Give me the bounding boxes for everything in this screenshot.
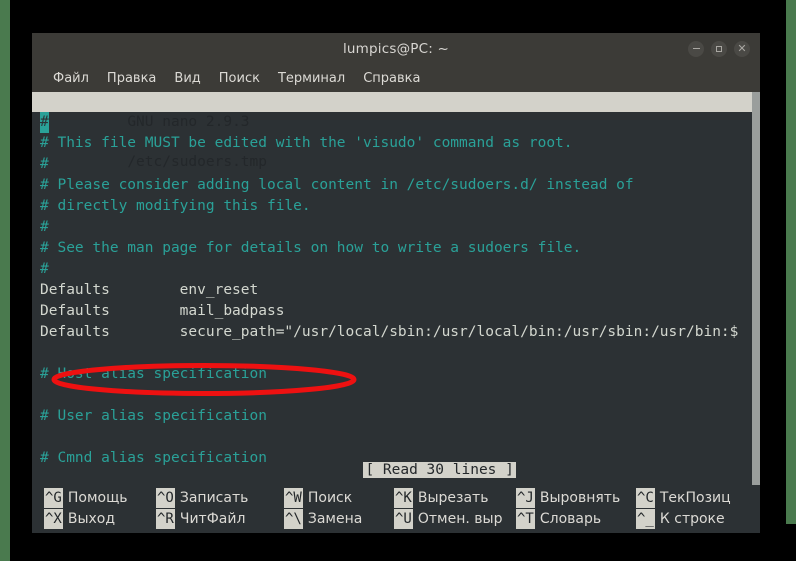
- screenshot-root: lumpics@PC: ~ ✕ Файл Правка Вид Поиск Те…: [0, 0, 796, 561]
- shortcut-key: ^R: [156, 508, 175, 529]
- shortcut-item[interactable]: ^R ЧитФайл: [156, 508, 246, 529]
- shortcut-item[interactable]: ^O Записать: [156, 487, 249, 508]
- nano-line: # directly modifying this file.: [40, 196, 760, 217]
- shortcut-key: ^\: [284, 508, 303, 529]
- shortcut-key: ^_: [636, 508, 655, 529]
- shortcut-item[interactable]: ^C ТекПозиц: [636, 487, 731, 508]
- shortcut-item[interactable]: ^_ К строке: [636, 508, 725, 529]
- nano-line: # Host alias specification: [40, 364, 760, 385]
- shortcut-key: ^T: [516, 508, 535, 529]
- shortcut-label: Выровнять: [539, 489, 621, 506]
- shortcut-label: ТекПозиц: [659, 489, 731, 506]
- window-buttons: ✕: [688, 33, 750, 64]
- menu-item-edit[interactable]: Правка: [98, 69, 165, 88]
- nano-line: [40, 385, 760, 406]
- menu-item-help[interactable]: Справка: [354, 69, 429, 88]
- nano-line: # Please consider adding local content i…: [40, 175, 760, 196]
- nano-status-text: [ Read 30 lines ]: [363, 462, 516, 478]
- shortcut-item[interactable]: ^J Выровнять: [516, 487, 621, 508]
- nano-line-text: Defaults secure_path="/usr/local/sbin:/u…: [40, 324, 739, 340]
- maximize-icon: [716, 45, 722, 52]
- nano-shortcut-bar: ^G Помощь ^O Записать ^W Поиск ^K Вырезать ^J Выр…: [32, 485, 760, 533]
- nano-version: GNU nano 2.9.3: [127, 114, 250, 130]
- nano-line: # User alias specification: [40, 406, 760, 427]
- shortcut-item[interactable]: ^K Вырезать: [394, 487, 489, 508]
- nano-filename: /etc/sudoers.tmp: [127, 154, 267, 170]
- nano-line: [40, 343, 760, 364]
- shortcut-label: К строке: [659, 510, 725, 527]
- shortcut-item[interactable]: ^T Словарь: [516, 508, 602, 529]
- nano-line-text: Defaults env_reset: [40, 282, 259, 298]
- shortcut-label: Словарь: [539, 510, 602, 527]
- right-edge-strip: [786, 0, 796, 524]
- minimize-button[interactable]: [688, 40, 704, 57]
- nano-line-text: Defaults mail_badpass: [40, 303, 285, 319]
- shortcut-label: ЧитФайл: [179, 510, 246, 527]
- nano-line: # This file MUST be edited with the 'vis…: [40, 133, 760, 154]
- nano-header-bar: GNU nano 2.9.3 /etc/sudoers.tmp: [32, 92, 760, 170]
- shortcut-row-1: ^G Помощь ^O Записать ^W Поиск ^K Вырезать ^J Выр…: [38, 487, 760, 508]
- nano-line-text: # See the man page for details on how to…: [40, 240, 582, 256]
- menu-item-search[interactable]: Поиск: [210, 69, 269, 88]
- close-icon: ✕: [737, 41, 747, 55]
- shortcut-label: Поиск: [307, 489, 353, 506]
- shortcut-key: ^K: [394, 487, 413, 508]
- nano-line-text: # User alias specification: [40, 408, 267, 424]
- menu-item-file[interactable]: Файл: [44, 69, 98, 88]
- shortcut-label: Выход: [67, 510, 116, 527]
- nano-status-message: [ Read 30 lines ]: [32, 440, 760, 485]
- nano-line: Defaults mail_badpass: [40, 301, 760, 322]
- shortcut-row-2: ^X Выход ^R ЧитФайл ^\ Замена ^U Отмен. выр ^T Сл…: [38, 508, 760, 529]
- nano-line-text: # Please consider adding local content i…: [40, 177, 634, 193]
- menu-item-view[interactable]: Вид: [165, 69, 209, 88]
- menu-item-terminal[interactable]: Терминал: [269, 69, 354, 88]
- nano-line: # See the man page for details on how to…: [40, 238, 760, 259]
- maximize-button[interactable]: [711, 40, 727, 57]
- shortcut-key: ^G: [44, 487, 63, 508]
- shortcut-item[interactable]: ^G Помощь: [44, 487, 128, 508]
- nano-line: Defaults env_reset: [40, 280, 760, 301]
- shortcut-item[interactable]: ^X Выход: [44, 508, 116, 529]
- left-edge-strip: [0, 0, 10, 561]
- shortcut-label: Помощь: [67, 489, 128, 506]
- nano-line-text: [40, 345, 49, 361]
- shortcut-item[interactable]: ^\ Замена: [284, 508, 363, 529]
- nano-line-text: [40, 387, 49, 403]
- terminal-body[interactable]: GNU nano 2.9.3 /etc/sudoers.tmp # # This …: [32, 92, 760, 533]
- terminal-scrollbar[interactable]: [752, 92, 760, 485]
- shortcut-label: Вырезать: [417, 489, 489, 506]
- shortcut-label: Записать: [179, 489, 249, 506]
- nano-line-text: # This file MUST be edited with the 'vis…: [40, 135, 573, 151]
- shortcut-label: Отмен. выр: [417, 510, 503, 527]
- terminal-window: lumpics@PC: ~ ✕ Файл Правка Вид Поиск Те…: [32, 33, 760, 533]
- shortcut-key: ^W: [284, 487, 303, 508]
- nano-line-text: #: [40, 261, 49, 277]
- nano-line-text: # directly modifying this file.: [40, 198, 311, 214]
- menubar: Файл Правка Вид Поиск Терминал Справка: [32, 64, 760, 92]
- shortcut-label: Замена: [307, 510, 363, 527]
- shortcut-key: ^U: [394, 508, 413, 529]
- shortcut-item[interactable]: ^W Поиск: [284, 487, 353, 508]
- shortcut-item[interactable]: ^U Отмен. выр: [394, 508, 503, 529]
- nano-line-text: #: [40, 156, 49, 172]
- shortcut-key: ^X: [44, 508, 63, 529]
- shortcut-key: ^C: [636, 487, 655, 508]
- nano-line: Defaults secure_path="/usr/local/sbin:/u…: [40, 322, 760, 343]
- shortcut-key: ^J: [516, 487, 535, 508]
- minimize-icon: [692, 47, 700, 50]
- shortcut-key: ^O: [156, 487, 175, 508]
- close-button[interactable]: ✕: [734, 40, 750, 57]
- nano-line-text: #: [40, 219, 49, 235]
- nano-editor[interactable]: GNU nano 2.9.3 /etc/sudoers.tmp # # This …: [32, 92, 760, 485]
- nano-line: #: [40, 259, 760, 280]
- window-titlebar[interactable]: lumpics@PC: ~ ✕: [32, 33, 760, 64]
- text-cursor: #: [40, 112, 49, 133]
- nano-line: #: [40, 217, 760, 238]
- scrollbar-thumb[interactable]: [752, 92, 760, 485]
- window-title: lumpics@PC: ~: [342, 40, 450, 57]
- nano-line-text: # Host alias specification: [40, 366, 267, 382]
